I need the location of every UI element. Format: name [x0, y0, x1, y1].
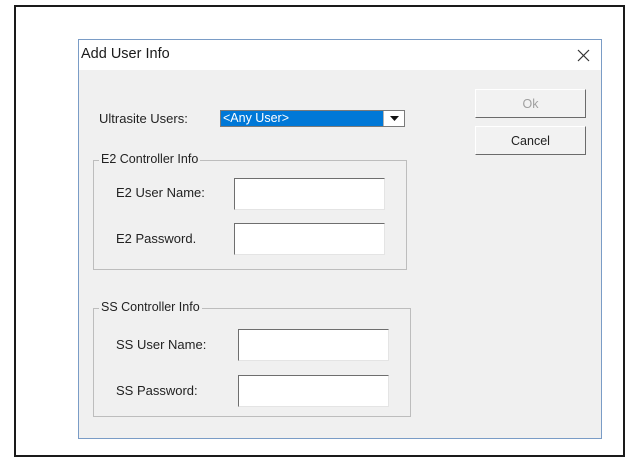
ultrasite-users-value: <Any User> — [221, 111, 383, 126]
ultrasite-users-select[interactable]: <Any User> — [220, 110, 405, 127]
ss-group-legend: SS Controller Info — [99, 300, 202, 314]
title-bar: Add User Info — [79, 40, 601, 70]
close-icon — [577, 49, 589, 61]
e2-username-label: E2 User Name: — [116, 185, 205, 200]
ss-password-input[interactable] — [238, 375, 389, 407]
chevron-down-icon — [389, 116, 399, 121]
ok-button[interactable]: Ok — [475, 89, 586, 118]
page-frame: Add User Info Ultrasite Users: <Any User… — [14, 5, 625, 457]
add-user-info-dialog: Add User Info Ultrasite Users: <Any User… — [78, 39, 602, 439]
close-button[interactable] — [565, 40, 601, 70]
dropdown-button[interactable] — [383, 111, 404, 126]
ss-password-label: SS Password: — [116, 383, 198, 398]
e2-password-input[interactable] — [234, 223, 385, 255]
ss-username-input[interactable] — [238, 329, 389, 361]
e2-username-input[interactable] — [234, 178, 385, 210]
ss-username-label: SS User Name: — [116, 337, 207, 352]
cancel-button[interactable]: Cancel — [475, 126, 586, 155]
ss-controller-group: SS Controller Info SS User Name: SS Pass… — [93, 300, 411, 417]
ultrasite-users-label: Ultrasite Users: — [99, 111, 188, 126]
dialog-title: Add User Info — [81, 46, 170, 62]
e2-password-label: E2 Password. — [116, 231, 197, 246]
e2-group-legend: E2 Controller Info — [99, 152, 201, 166]
e2-controller-group: E2 Controller Info E2 User Name: E2 Pass… — [93, 152, 407, 270]
